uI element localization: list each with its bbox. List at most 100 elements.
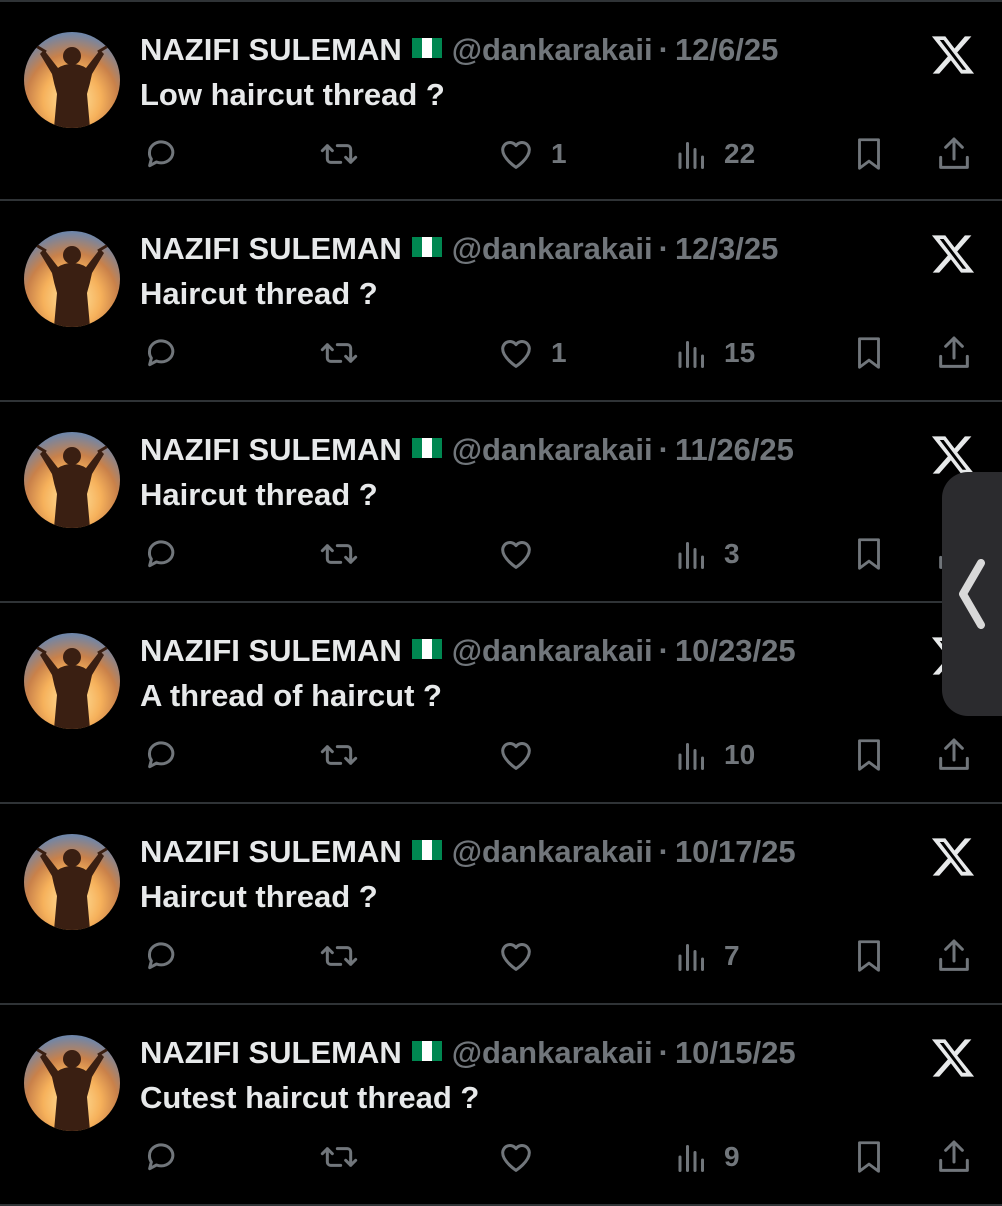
- views-button[interactable]: 15: [674, 331, 755, 375]
- bookmark-button[interactable]: [850, 132, 888, 176]
- post-text: Haircut thread ?: [140, 276, 378, 311]
- reply-button[interactable]: [142, 331, 182, 375]
- like-button[interactable]: 1: [495, 132, 567, 176]
- bookmark-icon: [858, 739, 880, 771]
- post-actions: 1 22: [0, 132, 1002, 176]
- views-button[interactable]: 9: [674, 1135, 740, 1179]
- separator-dot: ·: [658, 32, 669, 67]
- heart-icon: [501, 541, 531, 569]
- reply-icon: [147, 140, 175, 168]
- like-button[interactable]: [495, 733, 551, 777]
- display-name[interactable]: NAZIFI SULEMAN: [140, 32, 402, 67]
- bookmark-button[interactable]: [850, 733, 888, 777]
- avatar[interactable]: [24, 633, 120, 729]
- bookmark-icon: [858, 538, 880, 570]
- user-handle[interactable]: @dankarakaii: [452, 231, 653, 266]
- views-icon: [678, 944, 704, 971]
- post-date[interactable]: 10/17/25: [675, 834, 796, 869]
- x-logo-icon: [931, 235, 975, 273]
- nigeria-flag-icon: [411, 438, 442, 458]
- share-button[interactable]: [934, 331, 974, 375]
- repost-button[interactable]: [316, 1135, 362, 1179]
- views-button[interactable]: 10: [674, 733, 755, 777]
- bookmark-button[interactable]: [850, 331, 888, 375]
- user-handle[interactable]: @dankarakaii: [452, 432, 653, 467]
- reply-button[interactable]: [142, 733, 182, 777]
- bookmark-button[interactable]: [850, 532, 888, 576]
- side-pull-tab[interactable]: [942, 472, 1002, 716]
- reply-icon: [147, 942, 175, 970]
- post[interactable]: NAZIFI SULEMAN @dankarakaii · 10/17/25 Hair…: [0, 804, 1002, 1005]
- like-button[interactable]: [495, 1135, 551, 1179]
- bookmark-button[interactable]: [850, 934, 888, 978]
- post-date[interactable]: 11/26/25: [675, 432, 794, 467]
- bookmark-icon: [858, 1141, 880, 1173]
- post-header: NAZIFI SULEMAN @dankarakaii · 12/3/25: [140, 231, 778, 267]
- post-date[interactable]: 10/23/25: [675, 633, 796, 668]
- share-button[interactable]: [934, 132, 974, 176]
- post[interactable]: NAZIFI SULEMAN @dankarakaii · 11/26/25 Hair…: [0, 402, 1002, 603]
- post-text: Haircut thread ?: [140, 879, 378, 914]
- avatar[interactable]: [24, 231, 120, 327]
- nigeria-flag-icon: [411, 38, 442, 58]
- reply-button[interactable]: [142, 132, 182, 176]
- views-button[interactable]: 7: [674, 934, 740, 978]
- post[interactable]: NAZIFI SULEMAN @dankarakaii · 12/3/25 Hairc…: [0, 201, 1002, 402]
- user-handle[interactable]: @dankarakaii: [452, 1035, 653, 1070]
- heart-icon: [501, 1144, 531, 1172]
- post-date[interactable]: 12/6/25: [675, 32, 778, 67]
- repost-button[interactable]: [316, 733, 362, 777]
- like-button[interactable]: [495, 934, 551, 978]
- share-icon: [939, 738, 969, 770]
- reply-button[interactable]: [142, 532, 182, 576]
- views-icon: [678, 743, 704, 770]
- post-actions: 9: [0, 1135, 1002, 1179]
- user-handle[interactable]: @dankarakaii: [452, 633, 653, 668]
- x-logo-icon: [931, 1039, 975, 1077]
- display-name[interactable]: NAZIFI SULEMAN: [140, 633, 402, 668]
- avatar-silhouette-icon: [35, 645, 109, 729]
- like-button[interactable]: 1: [495, 331, 567, 375]
- display-name[interactable]: NAZIFI SULEMAN: [140, 231, 402, 266]
- views-button[interactable]: 3: [674, 532, 740, 576]
- display-name[interactable]: NAZIFI SULEMAN: [140, 432, 402, 467]
- like-button[interactable]: [495, 532, 551, 576]
- post[interactable]: NAZIFI SULEMAN @dankarakaii · 12/6/25 Low h…: [0, 0, 1002, 201]
- share-button[interactable]: [934, 733, 974, 777]
- post[interactable]: NAZIFI SULEMAN @dankarakaii · 10/15/25 Cute…: [0, 1005, 1002, 1206]
- nigeria-flag-icon: [411, 237, 442, 257]
- reply-button[interactable]: [142, 934, 182, 978]
- repost-button[interactable]: [316, 132, 362, 176]
- bookmark-icon: [858, 940, 880, 972]
- view-count: 15: [724, 337, 756, 368]
- views-icon: [678, 341, 704, 368]
- repost-button[interactable]: [316, 331, 362, 375]
- avatar[interactable]: [24, 1035, 120, 1131]
- views-icon: [678, 142, 704, 169]
- bookmark-button[interactable]: [850, 1135, 888, 1179]
- heart-icon: [501, 742, 531, 770]
- post-date[interactable]: 10/15/25: [675, 1035, 796, 1070]
- post-header: NAZIFI SULEMAN @dankarakaii · 12/6/25: [140, 32, 778, 68]
- repost-button[interactable]: [316, 532, 362, 576]
- share-button[interactable]: [934, 1135, 974, 1179]
- repost-icon: [320, 144, 358, 164]
- user-handle[interactable]: @dankarakaii: [452, 32, 653, 67]
- views-button[interactable]: 22: [674, 132, 755, 176]
- avatar-silhouette-icon: [35, 1047, 109, 1131]
- repost-button[interactable]: [316, 934, 362, 978]
- avatar[interactable]: [24, 32, 120, 128]
- avatar[interactable]: [24, 834, 120, 930]
- x-logo-icon: [931, 36, 975, 74]
- share-button[interactable]: [934, 934, 974, 978]
- post-date[interactable]: 12/3/25: [675, 231, 778, 266]
- avatar[interactable]: [24, 432, 120, 528]
- display-name[interactable]: NAZIFI SULEMAN: [140, 834, 402, 869]
- display-name[interactable]: NAZIFI SULEMAN: [140, 1035, 402, 1070]
- share-icon: [939, 336, 969, 368]
- reply-button[interactable]: [142, 1135, 182, 1179]
- user-handle[interactable]: @dankarakaii: [452, 834, 653, 869]
- post[interactable]: NAZIFI SULEMAN @dankarakaii · 10/23/25 A th…: [0, 603, 1002, 804]
- post-actions: 3: [0, 532, 1002, 576]
- separator-dot: ·: [658, 231, 669, 266]
